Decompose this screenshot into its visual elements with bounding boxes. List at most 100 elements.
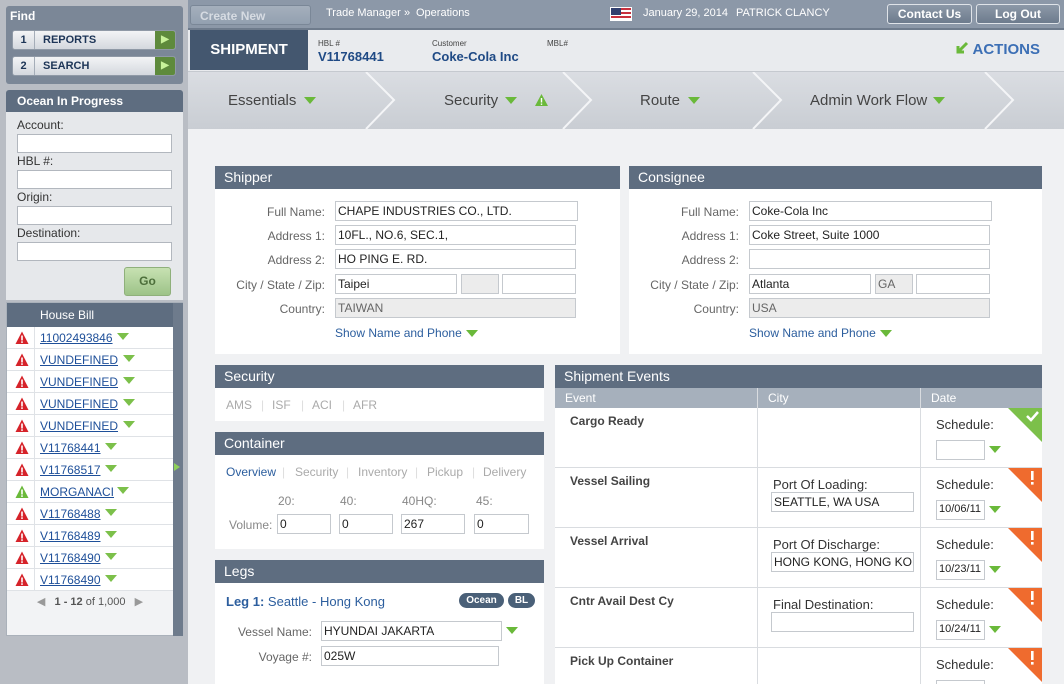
security-tab-afr[interactable]: AFR bbox=[353, 398, 377, 412]
chevron-down-icon[interactable] bbox=[989, 506, 1001, 513]
list-item[interactable]: VUNDEFINED bbox=[7, 349, 173, 371]
list-item[interactable]: 11002493846 bbox=[7, 327, 173, 349]
consignee-city-input[interactable]: Atlanta bbox=[749, 274, 871, 294]
go-button[interactable]: Go bbox=[124, 267, 171, 296]
volume-45-input[interactable]: 0 bbox=[474, 514, 529, 534]
list-item[interactable]: VUNDEFINED bbox=[7, 371, 173, 393]
next-page-icon[interactable]: ▶ bbox=[135, 596, 143, 608]
consignee-address2-input[interactable] bbox=[749, 249, 990, 269]
chevron-down-icon[interactable] bbox=[105, 443, 117, 450]
schedule-date-input[interactable] bbox=[936, 440, 985, 460]
chevron-down-icon[interactable] bbox=[304, 97, 316, 104]
list-item[interactable]: VUNDEFINED bbox=[7, 415, 173, 437]
house-bill-link[interactable]: V11768490 bbox=[40, 573, 101, 587]
search-button[interactable]: 2 SEARCH ▶ bbox=[12, 56, 176, 76]
chevron-down-icon[interactable] bbox=[105, 465, 117, 472]
shipper-country-input[interactable]: TAIWAN bbox=[335, 298, 576, 318]
list-item[interactable]: V11768489 bbox=[7, 525, 173, 547]
shipper-address2-input[interactable]: HO PING E. RD. bbox=[335, 249, 576, 269]
chevron-down-icon[interactable] bbox=[933, 97, 945, 104]
chevron-down-icon[interactable] bbox=[505, 97, 517, 104]
volume-20-input[interactable]: 0 bbox=[277, 514, 331, 534]
security-tab-isf[interactable]: ISF bbox=[272, 398, 291, 412]
security-tab-ams[interactable]: AMS bbox=[226, 398, 252, 412]
hbl-input[interactable] bbox=[17, 170, 172, 189]
list-item[interactable]: VUNDEFINED bbox=[7, 393, 173, 415]
event-city-input[interactable]: HONG KONG, HONG KONG bbox=[771, 552, 914, 572]
breadcrumb-operations[interactable]: Operations bbox=[416, 7, 470, 19]
consignee-address1-input[interactable]: Coke Street, Suite 1000 bbox=[749, 225, 990, 245]
house-bill-link[interactable]: V11768490 bbox=[40, 551, 101, 565]
chevron-down-icon[interactable] bbox=[123, 355, 135, 362]
chevron-down-icon[interactable] bbox=[989, 626, 1001, 633]
shipper-zip-input[interactable] bbox=[502, 274, 576, 294]
chevron-down-icon[interactable] bbox=[105, 553, 117, 560]
chevron-down-icon[interactable] bbox=[117, 333, 129, 340]
create-new-button[interactable]: Create New bbox=[190, 5, 311, 25]
shipper-state-input[interactable] bbox=[461, 274, 499, 294]
tab-security[interactable]: Security bbox=[444, 92, 498, 109]
voyage-input[interactable]: 025W bbox=[321, 646, 499, 666]
list-item[interactable]: V11768488 bbox=[7, 503, 173, 525]
actions-button[interactable]: ACTIONS bbox=[955, 41, 1040, 58]
list-item[interactable]: V11768490 bbox=[7, 547, 173, 569]
chevron-down-icon[interactable] bbox=[117, 487, 129, 494]
house-bill-link[interactable]: 11002493846 bbox=[40, 331, 113, 345]
house-bill-link[interactable]: V11768489 bbox=[40, 529, 101, 543]
list-item[interactable]: V11768490 bbox=[7, 569, 173, 591]
log-out-button[interactable]: Log Out bbox=[976, 4, 1060, 24]
consignee-full-name-input[interactable]: Coke-Cola Inc bbox=[749, 201, 992, 221]
shipper-address1-input[interactable]: 10FL., NO.6, SEC.1, bbox=[335, 225, 576, 245]
schedule-date-input[interactable] bbox=[936, 680, 985, 684]
chevron-down-icon[interactable] bbox=[105, 531, 117, 538]
list-item[interactable]: V11768517 bbox=[7, 459, 173, 481]
container-tab-delivery[interactable]: Delivery bbox=[483, 465, 526, 479]
house-bill-link[interactable]: VUNDEFINED bbox=[40, 397, 118, 411]
schedule-date-input[interactable]: 10/06/11 bbox=[936, 500, 985, 520]
list-scrollbar[interactable] bbox=[173, 303, 183, 637]
chevron-down-icon[interactable] bbox=[105, 575, 117, 582]
house-bill-link[interactable]: V11768488 bbox=[40, 507, 101, 521]
container-tab-pickup[interactable]: Pickup bbox=[427, 465, 463, 479]
house-bill-link[interactable]: MORGANACI bbox=[40, 485, 114, 499]
origin-input[interactable] bbox=[17, 206, 172, 225]
consignee-show-name-phone-link[interactable]: Show Name and Phone bbox=[749, 326, 892, 340]
event-city-input[interactable] bbox=[771, 612, 914, 632]
list-item[interactable]: MORGANACI bbox=[7, 481, 173, 503]
container-tab-security[interactable]: Security bbox=[295, 465, 338, 479]
tab-route[interactable]: Route bbox=[640, 92, 680, 109]
chevron-down-icon[interactable] bbox=[123, 399, 135, 406]
breadcrumb-trade-manager[interactable]: Trade Manager bbox=[326, 7, 401, 19]
ocean-pill[interactable]: Ocean bbox=[459, 593, 504, 608]
house-bill-link[interactable]: VUNDEFINED bbox=[40, 353, 118, 367]
shipper-show-name-phone-link[interactable]: Show Name and Phone bbox=[335, 326, 478, 340]
expand-arrow-icon[interactable] bbox=[174, 463, 180, 471]
tab-essentials[interactable]: Essentials bbox=[228, 92, 296, 109]
house-bill-link[interactable]: VUNDEFINED bbox=[40, 419, 118, 433]
reports-button[interactable]: 1 REPORTS ▶ bbox=[12, 30, 176, 50]
list-item[interactable]: V11768441 bbox=[7, 437, 173, 459]
house-bill-link[interactable]: VUNDEFINED bbox=[40, 375, 118, 389]
shipper-full-name-input[interactable]: CHAPE INDUSTRIES CO., LTD. bbox=[335, 201, 578, 221]
consignee-zip-input[interactable] bbox=[916, 274, 990, 294]
volume-40hq-input[interactable]: 267 bbox=[401, 514, 465, 534]
chevron-down-icon[interactable] bbox=[989, 566, 1001, 573]
event-city-input[interactable]: SEATTLE, WA USA bbox=[771, 492, 914, 512]
house-bill-link[interactable]: V11768517 bbox=[40, 463, 101, 477]
container-tab-inventory[interactable]: Inventory bbox=[358, 465, 407, 479]
schedule-date-input[interactable]: 10/24/11 bbox=[936, 620, 985, 640]
consignee-country-input[interactable]: USA bbox=[749, 298, 990, 318]
chevron-down-icon[interactable] bbox=[123, 377, 135, 384]
schedule-date-input[interactable]: 10/23/11 bbox=[936, 560, 985, 580]
chevron-down-icon[interactable] bbox=[123, 421, 135, 428]
chevron-down-icon[interactable] bbox=[989, 446, 1001, 453]
security-tab-aci[interactable]: ACI bbox=[312, 398, 332, 412]
shipper-city-input[interactable]: Taipei bbox=[335, 274, 457, 294]
chevron-down-icon[interactable] bbox=[688, 97, 700, 104]
contact-us-button[interactable]: Contact Us bbox=[887, 4, 972, 24]
container-tab-overview[interactable]: Overview bbox=[226, 465, 276, 479]
tab-admin-work-flow[interactable]: Admin Work Flow bbox=[810, 92, 927, 109]
bl-pill[interactable]: BL bbox=[508, 593, 535, 608]
chevron-down-icon[interactable] bbox=[105, 509, 117, 516]
account-input[interactable] bbox=[17, 134, 172, 153]
